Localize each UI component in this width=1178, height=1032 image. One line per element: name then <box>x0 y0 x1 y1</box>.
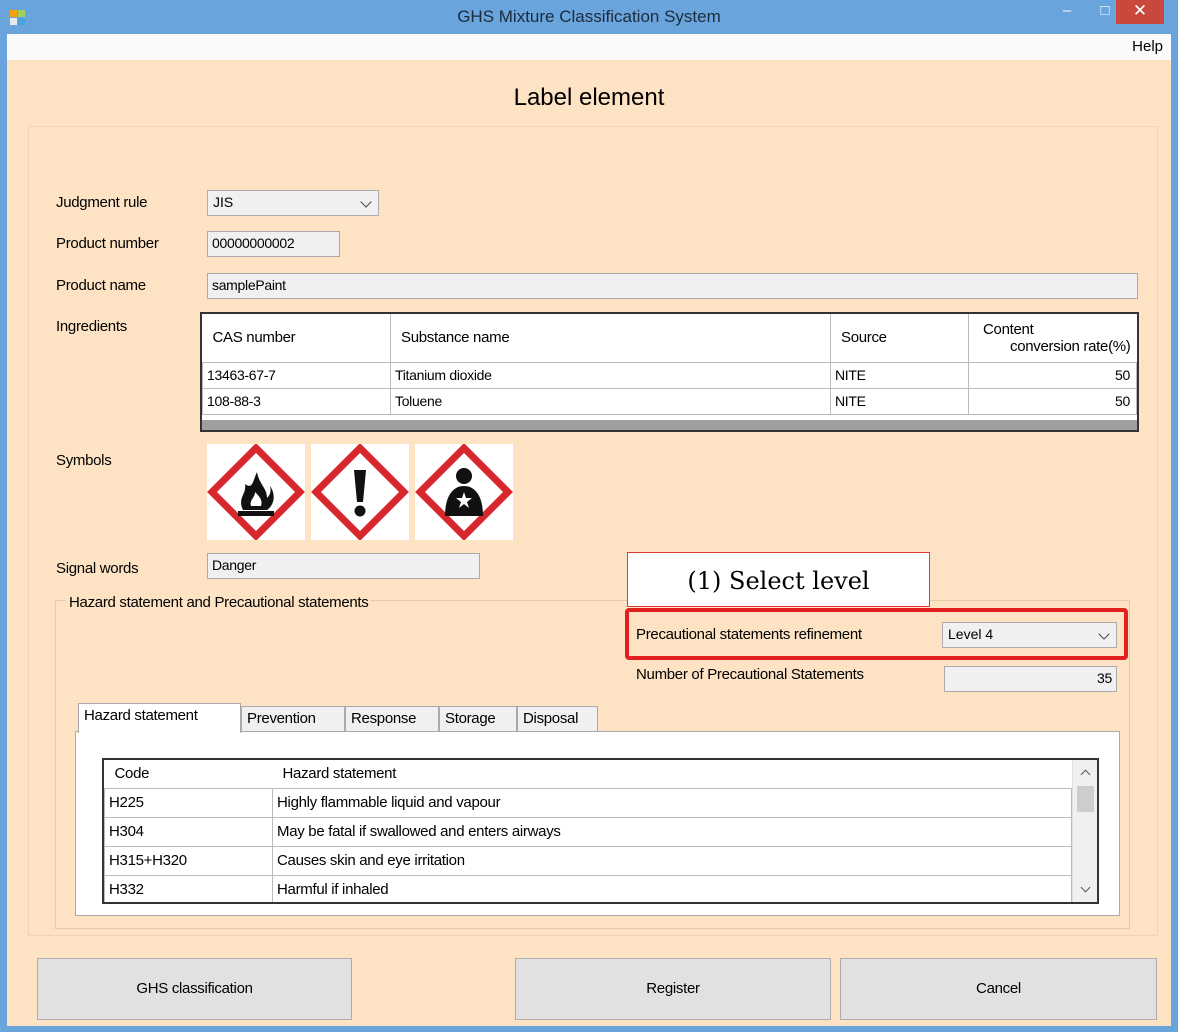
grid-empty-area <box>202 420 1137 430</box>
product-number-field[interactable]: 00000000002 <box>207 231 340 257</box>
scroll-thumb[interactable] <box>1077 786 1094 812</box>
table-row[interactable]: 13463-67-7 Titanium dioxide NITE 50 <box>202 361 1137 389</box>
source-cell[interactable]: NITE <box>830 387 969 415</box>
column-header-substance[interactable]: Substance name <box>390 314 831 362</box>
cancel-button[interactable]: Cancel <box>840 958 1157 1020</box>
substance-cell[interactable]: Toluene <box>390 387 831 415</box>
product-name-label: Product name <box>56 277 146 294</box>
judgment-rule-label: Judgment rule <box>56 194 148 211</box>
precautional-count-label: Number of Precautional Statements <box>636 666 864 683</box>
source-cell[interactable]: NITE <box>830 361 969 389</box>
tab-hazard-statement[interactable]: Hazard statement <box>78 703 241 733</box>
table-row[interactable]: 108-88-3 Toluene NITE 50 <box>202 387 1137 415</box>
hazard-statement-table[interactable]: Code Hazard statement H225 Highly flamma… <box>102 758 1099 904</box>
hazard-group-legend: Hazard statement and Precautional statem… <box>66 594 372 611</box>
column-header-source[interactable]: Source <box>830 314 969 362</box>
cas-cell[interactable]: 108-88-3 <box>202 387 391 415</box>
vertical-scrollbar[interactable] <box>1072 760 1097 902</box>
column-header-content-line2: conversion rate(%) <box>1010 337 1131 355</box>
column-header-code[interactable]: Code <box>105 760 273 788</box>
tab-storage[interactable]: Storage <box>439 706 517 732</box>
tab-response[interactable]: Response <box>345 706 439 732</box>
refinement-select[interactable]: Level 4 <box>942 622 1117 648</box>
scroll-up-icon[interactable] <box>1080 769 1091 780</box>
health-hazard-icon <box>415 443 513 541</box>
scroll-down-icon[interactable] <box>1080 882 1091 893</box>
product-number-label: Product number <box>56 235 159 252</box>
symbols-label: Symbols <box>56 452 112 469</box>
hazard-cell[interactable]: May be fatal if swallowed and enters air… <box>272 816 1072 847</box>
ingredients-table[interactable]: CAS number Substance name Source Content… <box>200 312 1139 432</box>
cas-cell[interactable]: 13463-67-7 <box>202 361 391 389</box>
product-name-field[interactable]: samplePaint <box>207 273 1138 299</box>
column-header-cas[interactable]: CAS number <box>202 314 391 362</box>
code-cell[interactable]: H225 <box>104 787 273 818</box>
chevron-down-icon <box>1098 628 1110 640</box>
code-cell[interactable]: H332 <box>104 874 273 902</box>
column-header-content[interactable]: Content conversion rate(%) <box>969 314 1137 362</box>
minimize-icon[interactable]: – <box>1050 0 1084 24</box>
hazard-cell[interactable]: Causes skin and eye irritation <box>272 845 1072 876</box>
table-row[interactable]: H332 Harmful if inhaled <box>104 874 1072 902</box>
register-button[interactable]: Register <box>515 958 831 1020</box>
window-title: GHS Mixture Classification System <box>457 7 721 26</box>
content-cell[interactable]: 50 <box>968 387 1137 415</box>
flame-icon <box>207 443 305 541</box>
table-row[interactable]: H304 May be fatal if swallowed and enter… <box>104 816 1072 847</box>
hazard-cell[interactable]: Harmful if inhaled <box>272 874 1072 902</box>
menu-bar: Help <box>7 34 1171 60</box>
page-title: Label element <box>513 84 665 111</box>
close-icon[interactable]: ✕ <box>1116 0 1164 24</box>
hazard-cell[interactable]: Highly flammable liquid and vapour <box>272 787 1072 818</box>
app-window: GHS Mixture Classification System – □ ✕ … <box>0 0 1178 1032</box>
ingredients-label: Ingredients <box>56 318 127 335</box>
ghs-classification-button[interactable]: GHS classification <box>37 958 352 1020</box>
substance-cell[interactable]: Titanium dioxide <box>390 361 831 389</box>
judgment-rule-value: JIS <box>213 194 234 210</box>
precautional-count-field: 35 <box>944 666 1117 692</box>
tab-disposal[interactable]: Disposal <box>517 706 598 732</box>
signal-words-label: Signal words <box>56 560 139 577</box>
callout-select-level: (1) Select level <box>627 552 930 607</box>
refinement-value: Level 4 <box>948 626 994 642</box>
column-header-content-line1: Content <box>983 320 1034 338</box>
menu-help[interactable]: Help <box>1132 38 1163 55</box>
table-row[interactable]: H225 Highly flammable liquid and vapour <box>104 787 1072 818</box>
column-header-hazard[interactable]: Hazard statement <box>273 760 1072 788</box>
title-bar[interactable]: GHS Mixture Classification System – □ ✕ <box>0 0 1178 34</box>
judgment-rule-select[interactable]: JIS <box>207 190 379 216</box>
content-cell[interactable]: 50 <box>968 361 1137 389</box>
code-cell[interactable]: H315+H320 <box>104 845 273 876</box>
signal-words-field[interactable]: Danger <box>207 553 480 579</box>
table-row[interactable]: H315+H320 Causes skin and eye irritation <box>104 845 1072 876</box>
code-cell[interactable]: H304 <box>104 816 273 847</box>
chevron-down-icon <box>360 196 372 208</box>
tab-prevention[interactable]: Prevention <box>241 706 345 732</box>
refinement-label: Precautional statements refinement <box>636 626 862 643</box>
exclamation-mark-icon <box>311 443 409 541</box>
